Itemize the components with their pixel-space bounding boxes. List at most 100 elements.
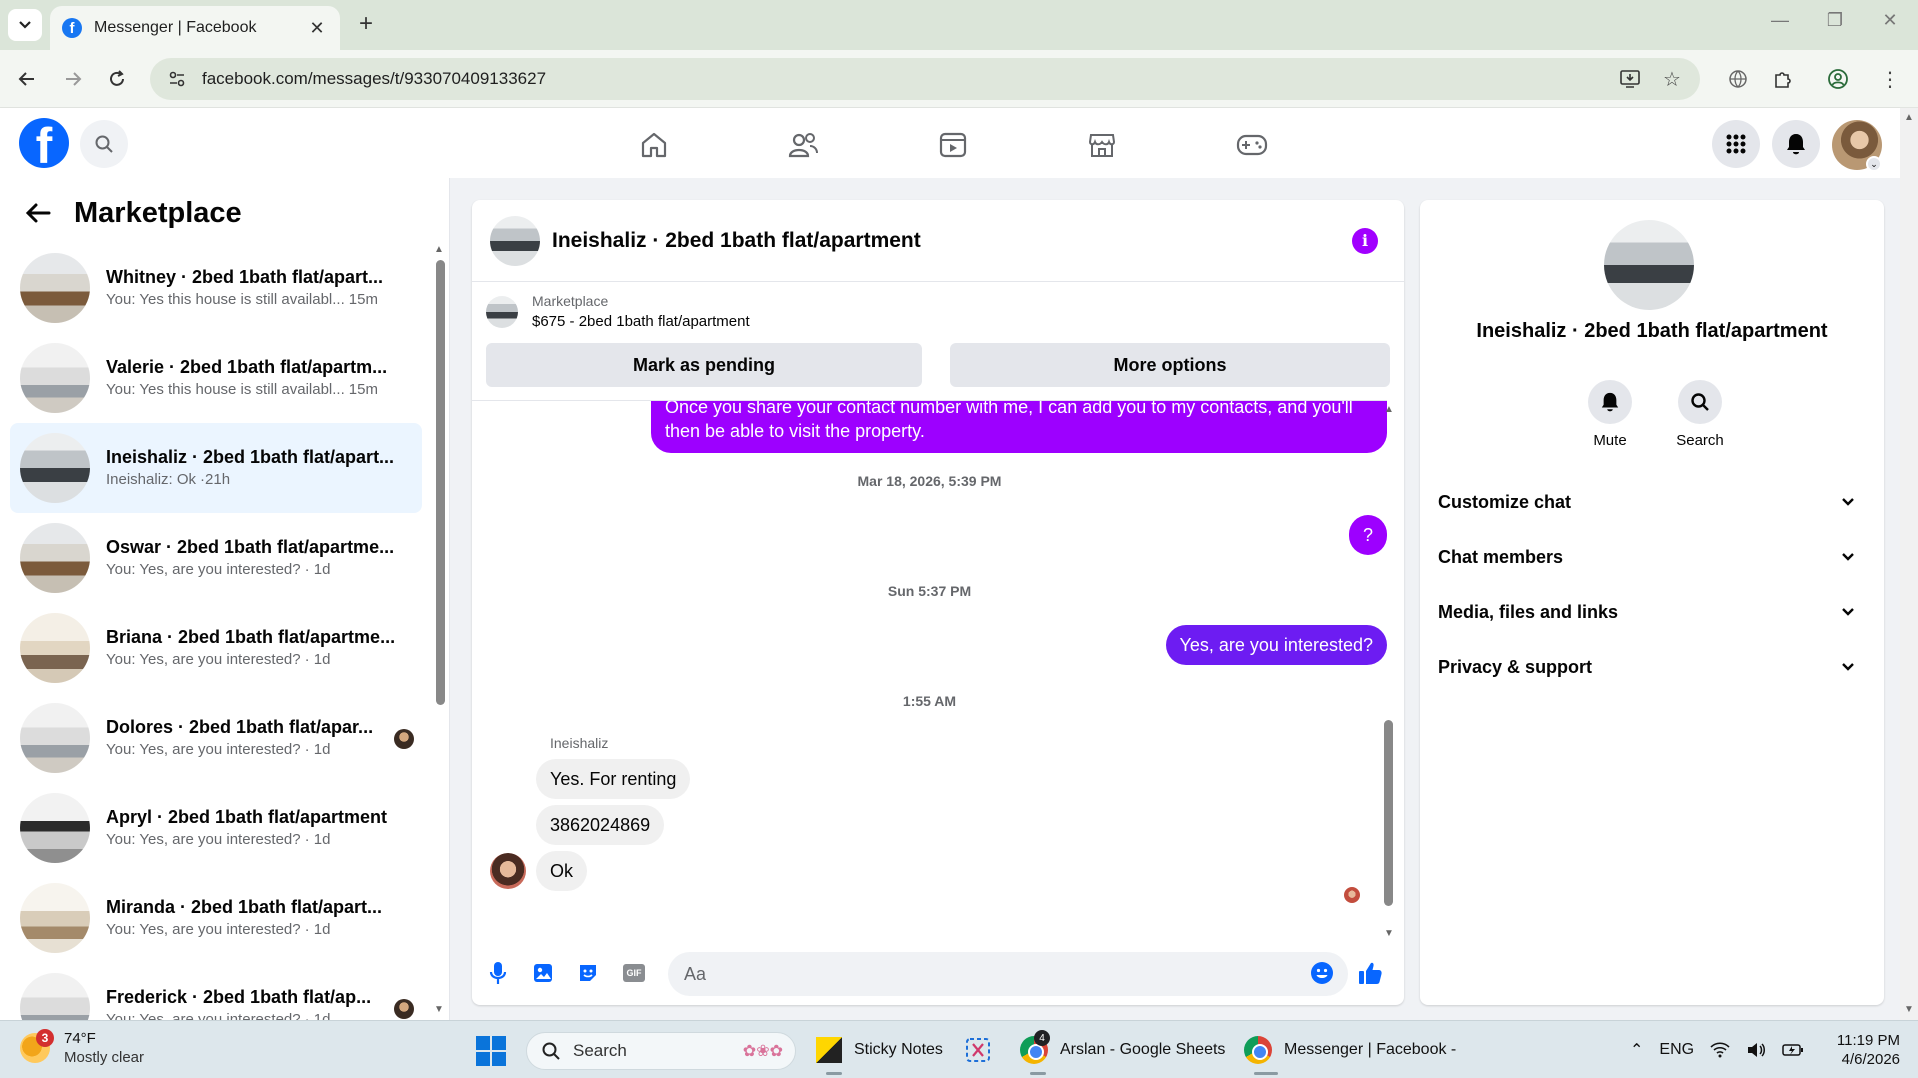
page-scrollbar[interactable]: ▲ ▼: [1900, 108, 1918, 1020]
weather-widget[interactable]: 3 74°F Mostly clear: [20, 1029, 144, 1067]
system-clock[interactable]: 11:19 PM 4/6/2026: [1820, 1031, 1900, 1069]
back-arrow-button[interactable]: [22, 197, 54, 229]
chat-header: Ineishaliz · 2bed 1bath flat/apartment i: [472, 200, 1404, 282]
privacy-support-section[interactable]: Privacy & support: [1438, 645, 1866, 689]
chat-members-section[interactable]: Chat members: [1438, 535, 1866, 579]
conversation-snippet: You: Yes this house is still availabl...: [106, 291, 345, 308]
minimize-window-icon[interactable]: —: [1760, 10, 1800, 31]
sticker-icon[interactable]: [570, 955, 606, 991]
conversation-item[interactable]: Dolores · 2bed 1bath flat/apar... You: Y…: [10, 693, 422, 783]
facebook-search-button[interactable]: [80, 120, 128, 168]
customize-chat-section[interactable]: Customize chat: [1438, 480, 1866, 524]
translate-globe-icon[interactable]: [1724, 65, 1752, 93]
thumbs-up-icon[interactable]: [1352, 955, 1388, 991]
voice-clip-icon[interactable]: [480, 955, 516, 991]
conversation-item[interactable]: Miranda · 2bed 1bath flat/apart... You: …: [10, 873, 422, 963]
reload-button[interactable]: [100, 62, 134, 96]
menu-button[interactable]: [1712, 120, 1760, 168]
url-text[interactable]: facebook.com/messages/t/933070409133627: [202, 69, 1616, 89]
conversation-list-scrollbar[interactable]: [436, 260, 445, 705]
nav-friends-tab[interactable]: [763, 122, 843, 168]
notifications-button[interactable]: [1772, 120, 1820, 168]
listing-source: Marketplace: [532, 293, 609, 309]
message-thread-scrollbar[interactable]: [1384, 720, 1393, 906]
conversation-item[interactable]: Oswar · 2bed 1bath flat/apartme... You: …: [10, 513, 422, 603]
emoji-icon[interactable]: [1304, 955, 1340, 991]
nav-gaming-tab[interactable]: [1212, 122, 1292, 168]
browser-tab-messenger[interactable]: f Messenger | Facebook ✕: [50, 6, 340, 50]
scroll-down-arrow-icon[interactable]: ▼: [434, 1004, 444, 1015]
chrome-badge: 4: [1034, 1030, 1050, 1046]
taskbar-app-messenger[interactable]: Messenger | Facebook -: [1244, 1031, 1456, 1075]
search-in-chat-button[interactable]: Search: [1660, 380, 1740, 449]
conversation-item[interactable]: Briana · 2bed 1bath flat/apartme... You:…: [10, 603, 422, 693]
conversation-time: 15m: [348, 381, 378, 398]
battery-charging-icon[interactable]: [1782, 1043, 1804, 1057]
mute-button[interactable]: Mute: [1570, 380, 1650, 449]
info-listing-avatar[interactable]: [1604, 220, 1694, 310]
nav-home-tab[interactable]: [614, 122, 694, 168]
scroll-up-arrow-icon[interactable]: ▲: [434, 244, 444, 255]
site-info-icon[interactable]: [164, 66, 190, 92]
panel-title: Marketplace: [74, 196, 242, 229]
chat-title[interactable]: Ineishaliz · 2bed 1bath flat/apartment: [552, 229, 1352, 253]
conversation-time: · 1d: [304, 921, 331, 938]
close-window-icon[interactable]: ✕: [1870, 10, 1910, 31]
conversation-name: Whitney · 2bed 1bath flat/apart...: [106, 267, 384, 287]
nav-marketplace-tab[interactable]: [1062, 122, 1142, 168]
scroll-down-arrow-icon[interactable]: ▼: [1904, 1004, 1914, 1015]
listing-thumbnail: [20, 793, 90, 863]
sender-avatar[interactable]: [490, 853, 526, 889]
scroll-up-arrow-icon[interactable]: ▲: [1384, 404, 1394, 415]
conversation-name: Oswar · 2bed 1bath flat/apartme...: [106, 537, 395, 557]
address-bar[interactable]: facebook.com/messages/t/933070409133627 …: [150, 58, 1700, 100]
taskbar-app-sticky-notes[interactable]: Sticky Notes: [816, 1031, 943, 1075]
new-tab-button[interactable]: +: [352, 10, 380, 38]
taskbar-app-label: Arslan - Google Sheets: [1060, 1041, 1226, 1058]
nav-video-tab[interactable]: [913, 122, 993, 168]
more-options-button[interactable]: More options: [950, 343, 1390, 387]
back-button[interactable]: [10, 62, 44, 96]
conversation-name: Ineishaliz · 2bed 1bath flat/apart...: [106, 447, 395, 467]
profile-account-icon[interactable]: [1824, 65, 1852, 93]
language-indicator[interactable]: ENG: [1659, 1041, 1694, 1059]
listing-summary[interactable]: Marketplace $675 - 2bed 1bath flat/apart…: [472, 282, 1404, 342]
volume-icon[interactable]: [1746, 1042, 1766, 1058]
windows-start-icon[interactable]: [476, 1036, 506, 1066]
listing-thumbnail: [20, 433, 90, 503]
install-app-icon[interactable]: [1616, 65, 1644, 93]
taskbar-app-google-sheets[interactable]: 4 Arslan - Google Sheets: [1020, 1030, 1226, 1075]
tab-search-button[interactable]: [8, 9, 42, 41]
media-files-links-section[interactable]: Media, files and links: [1438, 590, 1866, 634]
extensions-puzzle-icon[interactable]: [1768, 65, 1796, 93]
facebook-logo-icon[interactable]: f: [19, 118, 69, 168]
attach-photo-icon[interactable]: [525, 955, 561, 991]
marketplace-icon: [1088, 134, 1116, 157]
tab-close-icon[interactable]: ✕: [306, 18, 328, 39]
info-icon[interactable]: i: [1352, 227, 1378, 254]
conversation-item[interactable]: Apryl · 2bed 1bath flat/apartment You: Y…: [10, 783, 422, 873]
browser-menu-icon[interactable]: ⋮: [1876, 65, 1904, 93]
chat-listing-avatar[interactable]: [490, 215, 540, 266]
tray-chevron-up-icon[interactable]: ⌃: [1630, 1040, 1643, 1060]
message-timestamp: 1:55 AM: [902, 693, 957, 709]
bookmark-star-icon[interactable]: ☆: [1658, 65, 1686, 93]
conversation-item[interactable]: Valerie · 2bed 1bath flat/apartm... You:…: [10, 333, 422, 423]
taskbar-search[interactable]: Search ✿❀✿: [526, 1032, 796, 1070]
restore-window-icon[interactable]: ❐: [1815, 10, 1855, 31]
conversation-item[interactable]: Whitney · 2bed 1bath flat/apart... You: …: [10, 243, 422, 333]
message-input[interactable]: [668, 952, 1348, 996]
wifi-icon[interactable]: [1710, 1042, 1730, 1058]
conversation-item[interactable]: Frederick · 2bed 1bath flat/ap... You: Y…: [10, 963, 422, 1020]
mark-as-pending-button[interactable]: Mark as pending: [486, 343, 922, 387]
conversation-time: · 1d: [304, 741, 331, 758]
conversation-item-active[interactable]: Ineishaliz · 2bed 1bath flat/apart... In…: [10, 423, 422, 513]
taskbar-app-snipping-tool[interactable]: [964, 1031, 992, 1069]
conversation-time: · 1d: [304, 651, 331, 668]
scroll-up-arrow-icon[interactable]: ▲: [1904, 112, 1914, 123]
section-label: Customize chat: [1438, 491, 1572, 512]
scroll-down-arrow-icon[interactable]: ▼: [1384, 928, 1394, 939]
forward-button[interactable]: [56, 62, 90, 96]
gif-icon[interactable]: GIF: [616, 955, 652, 991]
account-chevron-icon[interactable]: ⌄: [1866, 156, 1882, 172]
